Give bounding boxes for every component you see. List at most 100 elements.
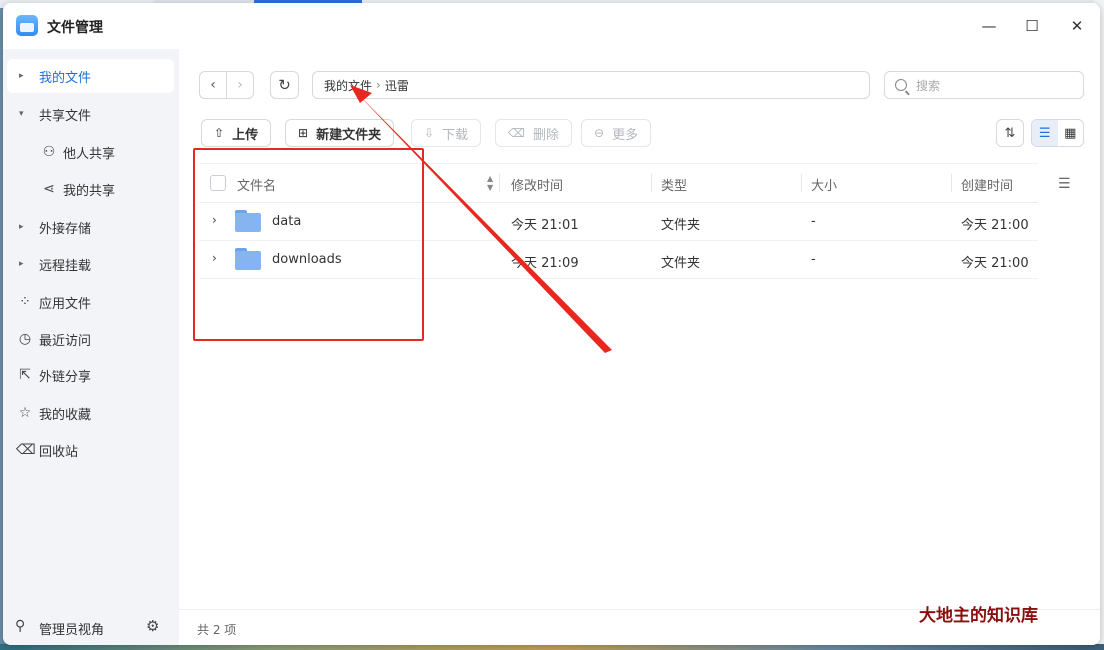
more-icon: ⊖ — [594, 126, 605, 140]
refresh-button[interactable]: ↻ — [270, 71, 299, 99]
column-header-modified[interactable]: 修改时间 — [511, 175, 563, 194]
search-input[interactable]: 搜索 — [884, 71, 1084, 99]
breadcrumb-root[interactable]: 我的文件 — [324, 77, 372, 94]
new-folder-icon: ⊞ — [298, 126, 309, 140]
column-header-type[interactable]: 类型 — [661, 175, 687, 194]
close-button[interactable]: ✕ — [1057, 11, 1097, 41]
grid-view-icon[interactable]: ▦ — [1058, 120, 1084, 146]
sidebar-item-label: 他人共享 — [63, 146, 116, 162]
folder-icon — [235, 210, 261, 232]
file-name: data — [272, 214, 302, 229]
column-divider[interactable] — [951, 174, 952, 192]
delete-label: 删除 — [532, 127, 559, 143]
back-button[interactable]: ‹ — [200, 72, 226, 98]
table-header: 文件名 ▲ ▼ 修改时间 类型 大小 创建时间 — [199, 163, 1038, 203]
sidebar-item-remote-mount[interactable]: ▸ 远程挂载 — [7, 247, 174, 281]
admin-user-icon: ⚲ — [15, 618, 26, 634]
sidebar-item-label: 外链分享 — [39, 369, 92, 385]
sidebar-item-label: 应用文件 — [39, 296, 92, 312]
star-icon: ☆ — [18, 405, 32, 421]
column-divider[interactable] — [801, 174, 802, 192]
list-view-icon[interactable]: ☰ — [1032, 120, 1058, 146]
folder-icon — [235, 248, 261, 270]
sidebar-item-shared-files[interactable]: ▾ 共享文件 — [7, 97, 174, 131]
column-header-size[interactable]: 大小 — [811, 175, 837, 194]
table-row[interactable]: › data 今天 21:01 文件夹 - 今天 21:00 — [199, 203, 1038, 241]
sidebar-item-label: 外接存储 — [39, 221, 92, 237]
title-bar: 文件管理 — ☐ ✕ — [3, 3, 1100, 49]
column-header-name[interactable]: 文件名 — [237, 175, 276, 194]
table-row[interactable]: › downloads 今天 21:09 文件夹 - 今天 21:00 — [199, 241, 1038, 279]
search-icon — [895, 79, 907, 91]
main-panel: ‹ › ↻ 我的文件 › 迅雷 搜索 ⇧ 上传 ⊞ 新建文件夹 ⇩ 下载 ⌫ 删除 ⊖ 更… — [179, 49, 1100, 645]
column-header-created[interactable]: 创建时间 — [961, 175, 1013, 194]
trash-icon: ⌫ — [16, 442, 36, 458]
sort-updown-icon[interactable]: ▲ ▼ — [487, 174, 493, 192]
maximize-button[interactable]: ☐ — [1012, 11, 1052, 41]
window-title: 文件管理 — [47, 20, 103, 36]
more-button[interactable]: ⊖ 更多 — [581, 119, 652, 147]
chevron-right-icon: › — [376, 78, 381, 92]
file-size: - — [811, 252, 816, 267]
column-divider[interactable] — [651, 174, 652, 192]
created-time: 今天 21:00 — [961, 218, 1029, 233]
caret-right-icon: ▸ — [19, 71, 24, 81]
column-settings-icon[interactable]: ☰ — [1058, 176, 1071, 192]
chevron-right-icon[interactable]: › — [212, 251, 217, 265]
modified-time: 今天 21:09 — [511, 256, 579, 271]
sidebar-item-label: 我的收藏 — [39, 407, 92, 423]
upload-button[interactable]: ⇧ 上传 — [201, 119, 272, 147]
download-label: 下载 — [442, 127, 469, 143]
new-folder-label: 新建文件夹 — [316, 127, 382, 143]
admin-view-toggle[interactable]: ⚲ 管理员视角 ⚙ — [3, 607, 179, 645]
download-button[interactable]: ⇩ 下载 — [411, 119, 482, 147]
more-label: 更多 — [612, 127, 639, 143]
minimize-button[interactable]: — — [969, 11, 1009, 41]
forward-button[interactable]: › — [227, 72, 253, 98]
trash-icon: ⌫ — [508, 126, 525, 140]
sidebar-item-label: 共享文件 — [39, 108, 92, 124]
gear-icon[interactable]: ⚙ — [146, 617, 159, 635]
sidebar-item-recent[interactable]: ◷ 最近访问 — [7, 322, 174, 356]
sidebar-item-app-files[interactable]: ⁘ 应用文件 — [7, 285, 174, 319]
breadcrumb-current[interactable]: 迅雷 — [385, 77, 409, 94]
admin-view-label: 管理员视角 — [39, 623, 105, 638]
file-type: 文件夹 — [661, 218, 701, 233]
sidebar-item-shared-with-me[interactable]: ⚇ 他人共享 — [7, 135, 174, 169]
caret-down-icon: ▾ — [19, 109, 24, 119]
sidebar-item-label: 远程挂载 — [39, 258, 92, 274]
sidebar-item-my-shares[interactable]: ⋖ 我的共享 — [7, 172, 174, 206]
download-icon: ⇩ — [424, 126, 435, 140]
users-icon: ⚇ — [42, 144, 56, 160]
clock-icon: ◷ — [18, 331, 32, 347]
file-size: - — [811, 214, 816, 229]
chevron-right-icon[interactable]: › — [212, 213, 217, 227]
sidebar-item-recycle-bin[interactable]: ⌫ 回收站 — [7, 433, 174, 467]
sidebar: ▸ 我的文件 ▾ 共享文件 ⚇ 他人共享 ⋖ 我的共享 ▸ 外接存储 ▸ 远程挂… — [3, 49, 179, 645]
external-link-icon: ⇱ — [19, 367, 31, 383]
breadcrumb[interactable]: 我的文件 › 迅雷 — [312, 71, 870, 99]
sidebar-item-favorites[interactable]: ☆ 我的收藏 — [7, 396, 174, 430]
new-folder-button[interactable]: ⊞ 新建文件夹 — [285, 119, 395, 147]
upload-icon: ⇧ — [214, 126, 225, 140]
sidebar-item-label: 回收站 — [39, 444, 79, 460]
search-placeholder: 搜索 — [916, 78, 941, 93]
caret-right-icon: ▸ — [19, 222, 24, 232]
sidebar-item-label: 我的共享 — [63, 183, 116, 199]
file-name: downloads — [272, 252, 342, 267]
modified-time: 今天 21:01 — [511, 218, 579, 233]
view-mode-toggle: ☰ ▦ — [1031, 119, 1084, 147]
select-all-checkbox[interactable] — [210, 175, 226, 191]
sidebar-item-my-files[interactable]: ▸ 我的文件 — [7, 59, 174, 93]
file-manager-window: 文件管理 — ☐ ✕ ▸ 我的文件 ▾ 共享文件 ⚇ 他人共享 ⋖ 我的共享 ▸… — [3, 3, 1100, 645]
watermark: 大地主的知识库 — [919, 606, 1038, 626]
sidebar-item-label: 我的文件 — [39, 70, 92, 86]
column-divider[interactable] — [499, 174, 500, 192]
sidebar-item-external-storage[interactable]: ▸ 外接存储 — [7, 210, 174, 244]
sidebar-item-external-links[interactable]: ⇱ 外链分享 — [7, 358, 174, 392]
share-icon: ⋖ — [43, 181, 55, 197]
file-manager-logo-icon — [16, 15, 38, 36]
delete-button[interactable]: ⌫ 删除 — [495, 119, 572, 147]
created-time: 今天 21:00 — [961, 256, 1029, 271]
sort-button[interactable]: ⇅ — [996, 119, 1024, 147]
